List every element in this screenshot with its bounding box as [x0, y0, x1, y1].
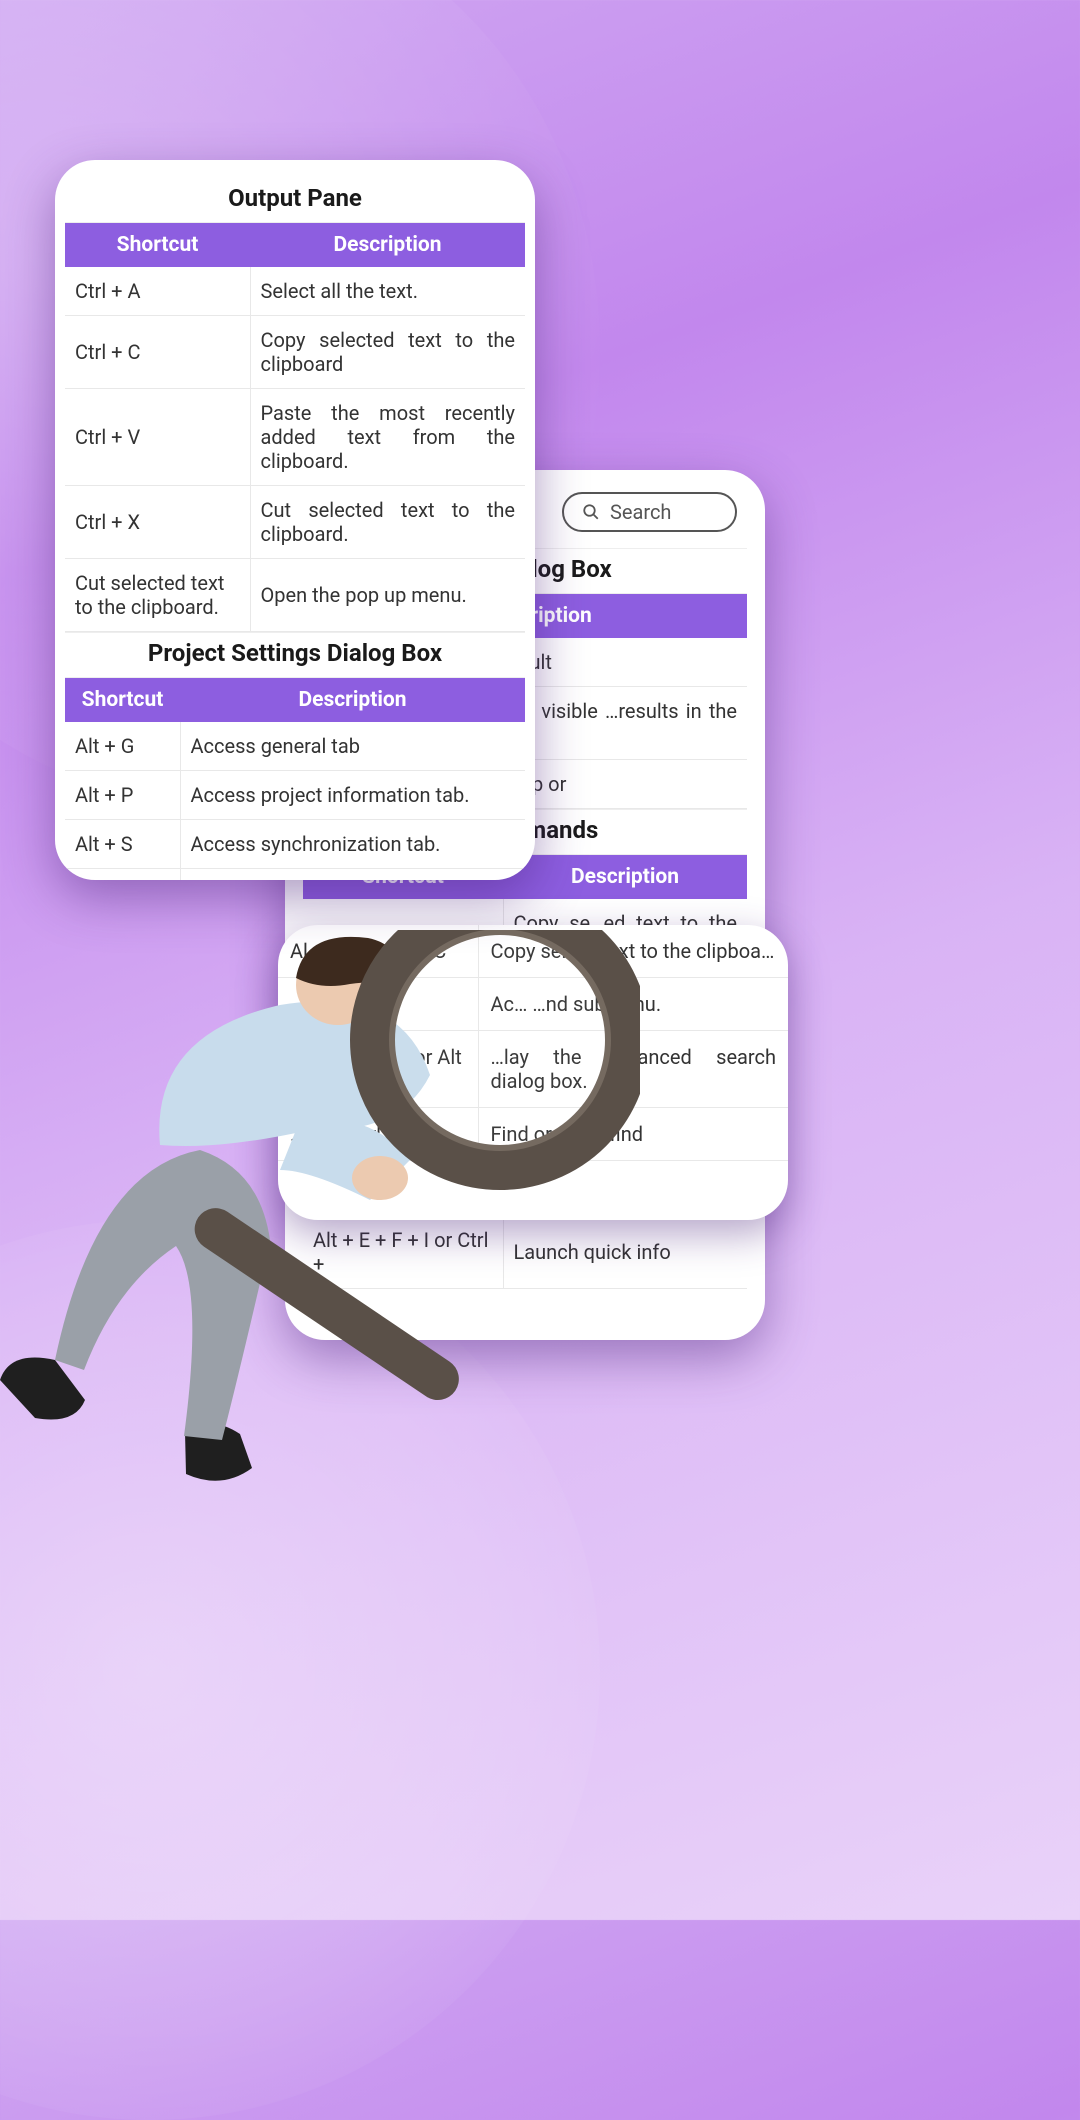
table-row: Alt + TAccess type mappings tab.	[65, 869, 525, 881]
table-row: Ctrl + CCopy selected text to the clipbo…	[65, 316, 525, 389]
table-header-row: Shortcut Description	[65, 223, 525, 267]
search-placeholder: Search	[610, 500, 671, 524]
section-title-project-settings: Project Settings Dialog Box	[65, 632, 525, 678]
table-row: Alt + SAccess synchronization tab.	[65, 820, 525, 869]
search-icon	[582, 503, 600, 521]
table-row: Ctrl + XCut selected text to the clipboa…	[65, 486, 525, 559]
col-shortcut: Shortcut	[65, 223, 250, 267]
col-description: Description	[503, 855, 747, 899]
table-row: Ctrl + VPaste the most recently added te…	[65, 389, 525, 486]
table-row: Ctrl + ASelect all the text.	[65, 267, 525, 316]
table-row: Alt + PAccess project information tab.	[65, 771, 525, 820]
table-row: Alt + GAccess general tab	[65, 722, 525, 771]
table-project-settings: Shortcut Description Alt + GAccess gener…	[65, 678, 525, 880]
col-shortcut: Shortcut	[65, 678, 180, 722]
table-row: Cut selected text to the clipboard.Open …	[65, 559, 525, 632]
table-header-row: Shortcut Description	[65, 678, 525, 722]
section-title-output-pane: Output Pane	[65, 178, 525, 223]
col-description: Description	[250, 223, 525, 267]
table-output-pane: Shortcut Description Ctrl + ASelect all …	[65, 223, 525, 632]
search-input[interactable]: Search	[562, 492, 737, 532]
col-description: Description	[180, 678, 525, 722]
person-magnifier-illustration	[0, 930, 640, 1490]
card-output-project: Output Pane Shortcut Description Ctrl + …	[55, 160, 535, 880]
